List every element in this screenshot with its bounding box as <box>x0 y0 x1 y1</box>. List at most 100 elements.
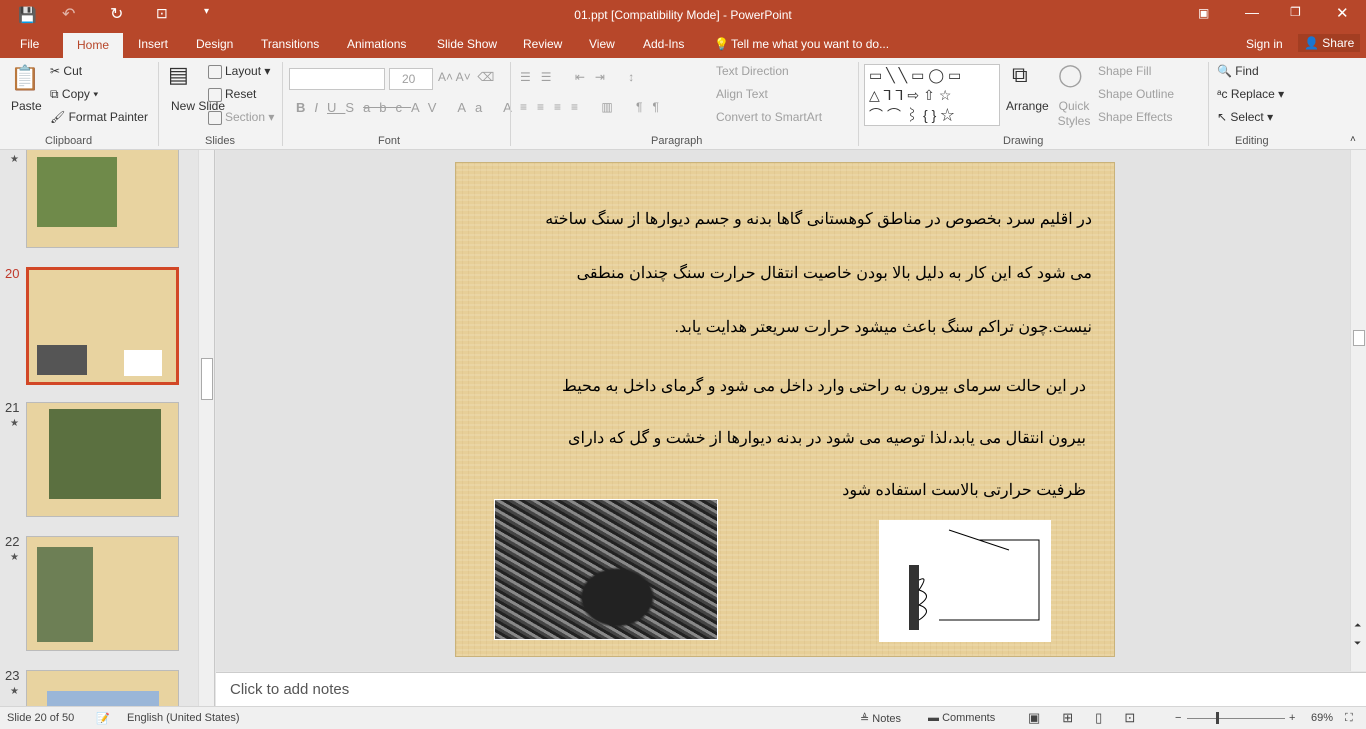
quick-styles-icon[interactable]: ◯ <box>1058 62 1083 88</box>
alignment-buttons[interactable]: ≡≡≡≡ ▥ ¶¶ <box>520 100 669 114</box>
tell-me-input[interactable]: Tell me what you want to do... <box>731 37 889 51</box>
share-button[interactable]: 👤 Share <box>1298 34 1361 52</box>
quick-styles-button[interactable]: Quick Styles <box>1057 99 1091 129</box>
animation-star-icon: ★ <box>10 154 19 165</box>
slide-thumbnail-pane: ★ 20 21 ★ 22 ★ 23 ★ <box>0 150 215 706</box>
tab-animations[interactable]: Animations <box>347 37 406 51</box>
zoom-in-button[interactable]: + <box>1289 712 1295 724</box>
fit-slide-icon[interactable]: ⛶ <box>1345 712 1353 725</box>
format-painter-button[interactable]: 🖌 Format Painter <box>50 110 148 124</box>
font-size-select[interactable]: 20 <box>389 68 433 90</box>
scrollbar-thumb[interactable] <box>201 358 213 400</box>
layout-icon <box>208 64 222 79</box>
text-direction-button[interactable]: Text Direction <box>716 64 789 78</box>
tab-review[interactable]: Review <box>523 37 562 51</box>
reset-button[interactable]: Reset <box>208 87 256 102</box>
slide-number: 23 <box>5 668 20 683</box>
status-bar: Slide 20 of 50 📝 English (United States)… <box>0 706 1366 729</box>
slide-text-line[interactable]: می شود که این کار به دلیل بالا بودن خاصی… <box>577 263 1092 283</box>
slide-scrollbar[interactable]: ⏶ ⏷ <box>1350 150 1366 671</box>
window-title: 01.ppt [Compatibility Mode] - PowerPoint <box>574 8 792 22</box>
sign-in-link[interactable]: Sign in <box>1246 37 1283 51</box>
collapse-ribbon-icon[interactable]: ˄ <box>1350 134 1356 145</box>
cut-button[interactable]: ✂ Cut <box>50 64 82 78</box>
slide-thumbnail[interactable] <box>26 670 179 706</box>
group-label-editing: Editing <box>1235 135 1269 147</box>
restore-icon[interactable]: ❐ <box>1290 5 1301 19</box>
slide-text-line[interactable]: بیرون انتقال می یابد،لذا توصیه می شود در… <box>568 428 1086 448</box>
list-buttons[interactable]: ☰☰ ⇤⇥ ↕ <box>520 70 644 84</box>
slide-text-line[interactable]: ظرفیت حرارتی بالاست استفاده شود <box>842 480 1086 500</box>
scissors-icon: ✂ <box>50 64 61 78</box>
group-label-font: Font <box>378 135 401 147</box>
language-indicator[interactable]: English (United States) <box>127 712 240 724</box>
paste-icon[interactable]: 📋 <box>10 64 40 93</box>
tab-view[interactable]: View <box>589 37 615 51</box>
section-button[interactable]: Section ▾ <box>208 110 274 125</box>
group-label-clipboard: Clipboard <box>45 135 93 147</box>
tell-me-icon: 💡 <box>714 37 729 51</box>
slide-number: 20 <box>5 266 20 281</box>
layout-button[interactable]: Layout ▾ <box>208 64 270 79</box>
slide-number: 22 <box>5 534 20 549</box>
slide-text-line[interactable]: نیست.چون تراکم سنگ باعث میشود حرارت سریع… <box>675 317 1092 337</box>
animation-star-icon: ★ <box>10 552 19 563</box>
reset-icon <box>208 87 222 102</box>
ribbon-display-icon[interactable]: ▣ <box>1198 6 1209 20</box>
shape-effects-button[interactable]: Shape Effects <box>1098 110 1173 124</box>
select-button[interactable]: ↖ Select ▾ <box>1217 110 1273 124</box>
spell-check-icon[interactable]: 📝 <box>96 712 110 725</box>
arrange-icon[interactable]: ⧉ <box>1012 62 1028 88</box>
slide-thumbnail[interactable] <box>26 150 179 248</box>
slide-thumbnail-selected[interactable] <box>26 267 179 385</box>
next-slide-icon[interactable]: ⏷ <box>1354 638 1361 649</box>
tab-insert[interactable]: Insert <box>138 37 168 51</box>
notes-pane[interactable]: Click to add notes <box>216 672 1366 706</box>
paste-button[interactable]: Paste <box>11 99 42 113</box>
font-format-buttons[interactable]: BIUSabcAV Aa A <box>296 100 521 115</box>
slide-text-line[interactable]: در این حالت سرمای بیرون به راحتی وارد دا… <box>562 376 1086 396</box>
animation-star-icon: ★ <box>10 418 19 429</box>
arrange-button[interactable]: Arrange <box>1006 99 1049 113</box>
tab-add-ins[interactable]: Add-Ins <box>643 37 684 51</box>
animation-star-icon: ★ <box>10 686 19 697</box>
slide-thumbnail[interactable] <box>26 536 179 651</box>
slide-canvas[interactable]: در اقلیم سرد بخصوص در مناطق کوهستانی گاه… <box>455 162 1115 657</box>
replace-button[interactable]: ᵃc Replace ▾ <box>1217 87 1284 101</box>
find-button[interactable]: 🔍 Find <box>1217 64 1259 78</box>
zoom-level[interactable]: 69% <box>1311 712 1333 724</box>
font-grow-shrink-buttons[interactable]: A˄ A˅ ⌫ <box>438 70 494 84</box>
zoom-out-button[interactable]: − <box>1175 712 1181 724</box>
find-icon: 🔍 <box>1217 64 1232 78</box>
zoom-slider-thumb[interactable] <box>1216 712 1219 724</box>
tab-home[interactable]: Home <box>63 33 124 58</box>
zoom-slider[interactable] <box>1187 718 1285 719</box>
thumbnail-scrollbar[interactable] <box>198 150 214 706</box>
stone-wall-photo <box>494 499 718 640</box>
group-label-paragraph: Paragraph <box>651 135 703 147</box>
tab-design[interactable]: Design <box>196 37 233 51</box>
font-name-select[interactable] <box>289 68 385 90</box>
group-label-drawing: Drawing <box>1003 135 1044 147</box>
copy-button[interactable]: ⧉ Copy ▾ <box>50 87 98 102</box>
brush-icon: 🖌 <box>50 110 66 124</box>
tab-transitions[interactable]: Transitions <box>261 37 319 51</box>
shape-outline-button[interactable]: Shape Outline <box>1098 87 1174 101</box>
comments-button[interactable]: ▬ Comments <box>928 712 995 724</box>
notes-button[interactable]: ≜ Notes <box>860 712 901 725</box>
shape-fill-button[interactable]: Shape Fill <box>1098 64 1151 78</box>
tab-file[interactable]: File <box>20 37 39 51</box>
align-text-button[interactable]: Align Text <box>716 87 768 101</box>
slide-thumbnail[interactable] <box>26 402 179 517</box>
copy-icon: ⧉ <box>50 87 59 101</box>
tab-slide-show[interactable]: Slide Show <box>437 37 497 51</box>
scrollbar-thumb[interactable] <box>1353 330 1365 346</box>
previous-slide-icon[interactable]: ⏶ <box>1354 620 1361 631</box>
shapes-gallery[interactable]: ▭╲╲▭◯▭ △⅂⅂⇨⇧☆ ⌒⌒⌇{}☆ <box>864 64 1000 126</box>
view-buttons[interactable]: ▣⊞▯⊡ <box>1028 710 1157 726</box>
slide-text-line[interactable]: در اقلیم سرد بخصوص در مناطق کوهستانی گاه… <box>545 209 1092 229</box>
minimize-icon[interactable]: — <box>1245 4 1259 20</box>
new-slide-icon[interactable]: ▤ <box>168 62 189 88</box>
close-icon[interactable]: ✕ <box>1336 4 1349 22</box>
convert-smartart-button[interactable]: Convert to SmartArt <box>716 110 822 124</box>
